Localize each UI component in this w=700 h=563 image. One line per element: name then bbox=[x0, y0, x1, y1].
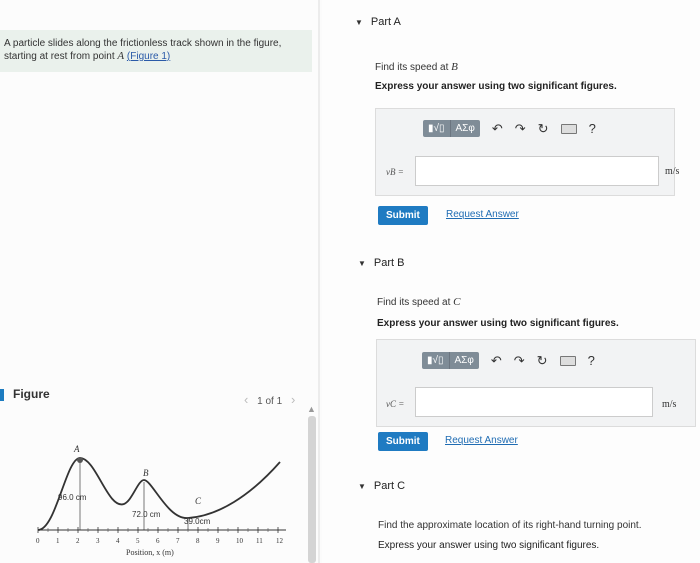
x-tick-label: 10 bbox=[236, 537, 244, 545]
undo-icon[interactable]: ↶ bbox=[491, 353, 502, 369]
height-label-b: 72.0 cm bbox=[132, 510, 161, 519]
prev-figure-icon[interactable]: ‹ bbox=[244, 392, 248, 407]
redo-icon[interactable]: ↷ bbox=[514, 353, 525, 369]
part-a-request-answer-link[interactable]: Request Answer bbox=[446, 209, 519, 220]
vb-input[interactable] bbox=[415, 156, 659, 186]
x-tick-label: 4 bbox=[116, 537, 120, 545]
greek-symbols-button[interactable]: ΑΣφ bbox=[450, 120, 480, 137]
x-tick-label: 8 bbox=[196, 537, 200, 545]
part-b-request-answer-link[interactable]: Request Answer bbox=[445, 435, 518, 446]
part-b-header[interactable]: ▼ Part B bbox=[358, 257, 405, 269]
help-icon[interactable]: ? bbox=[588, 353, 595, 368]
vb-label: vB = bbox=[386, 167, 404, 177]
part-c-question: Find the approximate location of its rig… bbox=[378, 520, 642, 531]
figure-nav: ‹ 1 of 1 › bbox=[244, 392, 295, 407]
x-tick-label: 6 bbox=[156, 537, 160, 545]
problem-pane: A particle slides along the frictionless… bbox=[0, 0, 318, 563]
problem-text-line1: A particle slides along the frictionless… bbox=[4, 38, 282, 49]
x-tick-label: 1 bbox=[56, 537, 60, 545]
figure-marker bbox=[0, 389, 4, 401]
figure-link[interactable]: (Figure 1) bbox=[127, 51, 170, 62]
track-figure: A B C 96.0 cm 72.0 cm 39.0cm 01234567891… bbox=[36, 444, 286, 557]
part-c-header[interactable]: ▼ Part C bbox=[358, 480, 405, 492]
part-a-header[interactable]: ▼ Part A bbox=[355, 16, 401, 28]
problem-statement: A particle slides along the frictionless… bbox=[0, 30, 312, 72]
x-tick-label: 11 bbox=[256, 537, 263, 545]
part-b-instruction: Express your answer using two significan… bbox=[377, 318, 619, 329]
vc-label: vC = bbox=[386, 399, 405, 409]
collapse-icon: ▼ bbox=[358, 482, 366, 491]
pane-divider bbox=[318, 0, 320, 563]
reset-icon[interactable]: ↻ bbox=[537, 353, 548, 369]
keyboard-icon[interactable] bbox=[560, 123, 577, 134]
part-b-question: Find its speed at C bbox=[377, 296, 461, 308]
part-a-toolbar: ▮√▯ ΑΣφ ↶ ↷ ↻ ? bbox=[423, 120, 596, 137]
part-b-submit-button[interactable]: Submit bbox=[378, 432, 428, 451]
scroll-up-icon[interactable]: ▲ bbox=[307, 404, 316, 414]
part-c-title: Part C bbox=[373, 480, 406, 492]
answer-pane: ▼ Part A Find its speed at B Express your… bbox=[322, 0, 700, 563]
figure-label: Figure bbox=[13, 387, 50, 401]
undo-icon[interactable]: ↶ bbox=[492, 121, 503, 137]
part-a-question: Find its speed at B bbox=[375, 61, 458, 73]
collapse-icon: ▼ bbox=[355, 18, 363, 27]
x-tick-label: 2 bbox=[76, 537, 80, 545]
vb-unit: m/s bbox=[665, 166, 680, 177]
collapse-icon: ▼ bbox=[358, 259, 366, 268]
next-figure-icon[interactable]: › bbox=[291, 392, 295, 407]
x-tick-label: 7 bbox=[176, 537, 180, 545]
part-a-title: Part A bbox=[370, 16, 401, 28]
redo-icon[interactable]: ↷ bbox=[515, 121, 526, 137]
height-label-c: 39.0cm bbox=[184, 517, 211, 526]
vc-input[interactable] bbox=[415, 387, 653, 417]
vc-unit: m/s bbox=[662, 399, 677, 410]
reset-icon[interactable]: ↻ bbox=[538, 121, 549, 137]
point-c: C bbox=[453, 296, 461, 308]
label-b: B bbox=[143, 468, 149, 478]
greek-symbols-button[interactable]: ΑΣφ bbox=[449, 352, 479, 369]
label-a: A bbox=[73, 444, 80, 454]
scrollbar[interactable] bbox=[308, 416, 316, 563]
help-icon[interactable]: ? bbox=[589, 121, 596, 136]
x-axis-label: Position, x (m) bbox=[126, 548, 174, 557]
label-c: C bbox=[195, 496, 202, 506]
height-label-a: 96.0 cm bbox=[58, 493, 87, 502]
problem-text-line2: starting at rest from point bbox=[4, 51, 118, 62]
part-a-submit-button[interactable]: Submit bbox=[378, 206, 428, 225]
x-tick-label: 3 bbox=[96, 537, 100, 545]
keyboard-icon[interactable] bbox=[559, 355, 576, 366]
x-tick-label: 0 bbox=[36, 537, 40, 545]
templates-button[interactable]: ▮√▯ bbox=[422, 352, 450, 369]
x-tick-label: 9 bbox=[216, 537, 220, 545]
templates-button[interactable]: ▮√▯ bbox=[423, 120, 451, 137]
part-b-toolbar: ▮√▯ ΑΣφ ↶ ↷ ↻ ? bbox=[422, 352, 595, 369]
part-a-instruction: Express your answer using two significan… bbox=[375, 81, 617, 92]
figure-counter: 1 of 1 bbox=[257, 396, 283, 407]
x-tick-label: 12 bbox=[276, 537, 284, 545]
part-b-title: Part B bbox=[373, 257, 405, 269]
point-b: B bbox=[451, 61, 458, 73]
point-a: A bbox=[117, 50, 125, 62]
part-c-instruction: Express your answer using two significan… bbox=[378, 540, 600, 551]
x-tick-label: 5 bbox=[136, 537, 140, 545]
